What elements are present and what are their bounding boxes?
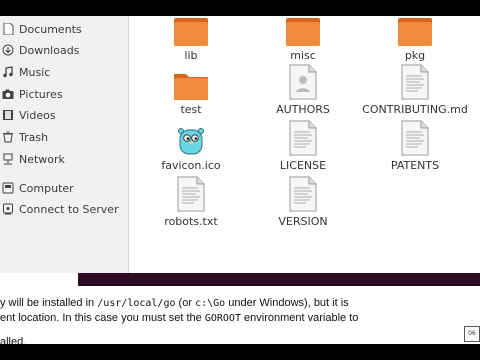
folder-icon [395, 6, 435, 46]
sidebar-item-label: Documents [19, 22, 82, 36]
code-env-var: GOROOT [204, 313, 241, 324]
sidebar-item-connect-to-server[interactable]: Connect to Server [0, 199, 128, 219]
file-name: test [180, 103, 202, 116]
sidebar-item-label: Network [19, 152, 65, 166]
window-bottom-strip [0, 273, 480, 289]
video-icon [2, 109, 14, 121]
sidebar-item-music[interactable]: Music [0, 62, 128, 82]
file-item-misc[interactable]: misc [248, 6, 358, 62]
text-file-icon [283, 116, 323, 156]
file-item-lib[interactable]: lib [136, 6, 246, 62]
file-item-contributing[interactable]: CONTRIBUTING.md [360, 60, 470, 116]
file-name: VERSION [278, 215, 328, 228]
file-item-favicon[interactable]: favicon.ico [136, 116, 246, 172]
file-name: CONTRIBUTING.md [362, 103, 468, 116]
sidebar-item-label: Connect to Server [19, 202, 119, 216]
music-icon [2, 66, 14, 78]
doc-line-2: ent location. In this case you must set … [0, 312, 359, 324]
document-icon [2, 23, 14, 35]
file-item-authors[interactable]: AUTHORS [248, 60, 358, 116]
file-name: LICENSE [279, 159, 327, 172]
sidebar-item-network[interactable]: Network [0, 149, 128, 169]
file-icon-grid: lib misc pkg test AUTHORS CONTRIBUTING.m… [129, 16, 480, 273]
folder-icon [283, 6, 323, 46]
sidebar-item-trash[interactable]: Trash [0, 127, 128, 147]
sidebar-item-label: Music [19, 65, 51, 79]
sidebar-item-label: Computer [19, 181, 74, 195]
sidebar-item-label: Videos [19, 108, 56, 122]
doc-line-3: alled. [0, 336, 27, 344]
file-item-test[interactable]: test [136, 60, 246, 116]
folder-icon [171, 60, 211, 100]
file-name: favicon.ico [161, 159, 221, 172]
download-icon [2, 44, 14, 56]
sidebar-item-pictures[interactable]: Pictures [0, 84, 128, 104]
file-item-license[interactable]: LICENSE [248, 116, 358, 172]
sidebar-item-computer[interactable]: Computer [0, 178, 128, 198]
file-manager-window: Documents Downloads Music Pictures Video… [0, 16, 480, 273]
sidebar-item-documents[interactable]: Documents [0, 19, 128, 39]
camera-icon [2, 88, 14, 100]
bottom-black-bar [0, 344, 480, 360]
sidebar-item-downloads[interactable]: Downloads [0, 40, 128, 60]
trash-icon [2, 131, 14, 143]
computer-icon [2, 182, 14, 194]
network-icon [2, 153, 14, 165]
code-path: c:\Go [195, 298, 226, 309]
places-sidebar: Documents Downloads Music Pictures Video… [0, 16, 129, 273]
file-item-robots[interactable]: robots.txt [136, 172, 246, 228]
sidebar-item-label: Downloads [19, 43, 80, 57]
text-file-icon [283, 172, 323, 212]
text-file-icon [395, 116, 435, 156]
file-name: PATENTS [390, 159, 440, 172]
code-path: /usr/local/go [97, 298, 176, 309]
text-file-icon [283, 60, 323, 100]
gopher-icon [171, 116, 211, 156]
file-item-pkg[interactable]: pkg [360, 6, 470, 62]
dark-panel-edge [78, 273, 480, 286]
sidebar-item-label: Trash [19, 130, 49, 144]
corner-badge: 06 [464, 326, 480, 342]
file-name: robots.txt [164, 215, 218, 228]
text-file-icon [171, 172, 211, 212]
server-icon [2, 203, 14, 215]
sidebar-item-label: Pictures [19, 87, 63, 101]
file-item-version[interactable]: VERSION [248, 172, 358, 228]
text-file-icon [395, 60, 435, 100]
file-name: AUTHORS [276, 103, 330, 116]
doc-line-1: y will be installed in /usr/local/go (or… [0, 297, 349, 309]
document-text-area: y will be installed in /usr/local/go (or… [0, 289, 480, 344]
folder-icon [171, 6, 211, 46]
file-item-patents[interactable]: PATENTS [360, 116, 470, 172]
sidebar-item-videos[interactable]: Videos [0, 105, 128, 125]
